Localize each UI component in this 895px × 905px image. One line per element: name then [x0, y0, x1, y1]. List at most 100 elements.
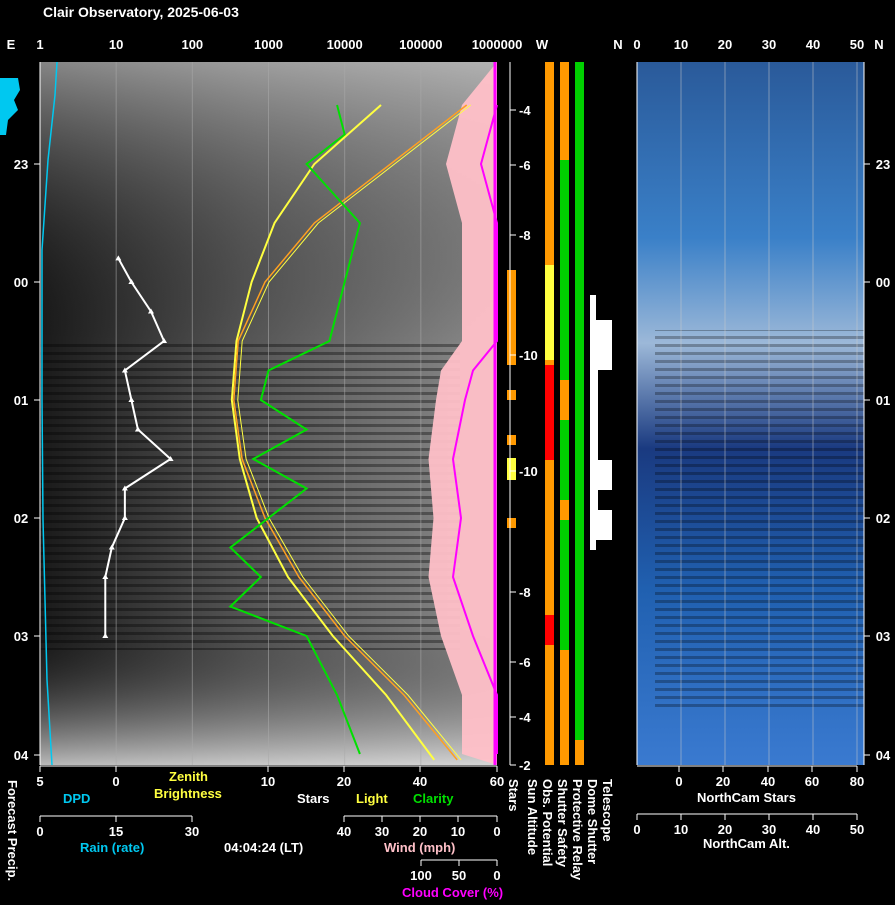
northcam-alt-tick: 10	[674, 822, 688, 837]
time-label-left: 04	[14, 748, 29, 763]
protective-relay-segment	[575, 62, 584, 765]
dpd-axis-tick: 10	[261, 774, 275, 789]
time-label-right: 00	[876, 275, 890, 290]
status-label-obs-potential: Obs. Potential	[540, 779, 555, 867]
time-label-right: 02	[876, 511, 890, 526]
sun-alt-tick-label: -4	[519, 710, 531, 725]
time-label-left: 02	[14, 511, 28, 526]
cloud-axis-tick: 50	[452, 868, 466, 883]
northcam-alt-top-tick: 30	[762, 37, 776, 52]
northcam-streak-overlay	[655, 330, 864, 710]
sun-alt-tick-label: -10	[519, 464, 538, 479]
forecast-precip-label: Forecast Precip.	[5, 780, 20, 882]
top-axis-tick: 100	[181, 37, 203, 52]
sun-alt-tick-label: -6	[519, 655, 531, 670]
stars-status-segment	[507, 435, 516, 445]
rain-axis-tick: 15	[109, 824, 123, 839]
northcam-alt-tick: 50	[850, 822, 864, 837]
shutter-safety-segment	[560, 420, 569, 500]
wind-axis-tick: 40	[337, 824, 351, 839]
status-label-dome-shutter: Dome Shutter	[585, 779, 600, 865]
northcam-stars-tick: 80	[850, 774, 864, 789]
observatory-chart: 1 10 100 1000 10000 100000 1000000E W N N0 10 20 30 4…	[0, 37, 891, 883]
stars-status-segment	[507, 390, 516, 400]
status-label-stars: Stars	[506, 779, 521, 812]
obs-potential-segment	[545, 615, 554, 645]
wind-axis-tick: 10	[451, 824, 465, 839]
cloud-axis-tick: 100	[410, 868, 432, 883]
time-label-left: 01	[14, 393, 28, 408]
northcam-stars-label: NorthCam Stars	[697, 790, 796, 805]
northcam-alt-tick: 40	[806, 822, 820, 837]
protective-relay-end-segment	[575, 740, 584, 765]
northcam-stars-tick: 20	[716, 774, 730, 789]
dpd-axis-tick: 5	[36, 774, 43, 789]
northcam-alt-tick: 0	[633, 822, 640, 837]
status-label-sun-altitude: Sun Altitude	[525, 779, 540, 856]
obs-potential-segment	[545, 560, 554, 765]
west-label: W	[536, 37, 549, 52]
shutter-safety-segment	[560, 62, 569, 160]
northcam-stars-tick: 60	[805, 774, 819, 789]
sun-alt-tick-label: -2	[519, 758, 531, 773]
top-axis-tick: 1000000	[472, 37, 523, 52]
obs-potential-segment	[545, 365, 554, 460]
northcam-stars-tick: 40	[761, 774, 775, 789]
wind-axis-tick: 0	[493, 824, 500, 839]
east-label: E	[7, 37, 16, 52]
time-label-right: 03	[876, 629, 890, 644]
zenith-label-line2: Brightness	[154, 786, 222, 801]
shutter-safety-segment	[560, 650, 569, 765]
top-axis-tick: 1	[36, 37, 43, 52]
dpd-axis-tick: 60	[490, 774, 504, 789]
northcam-alt-top-tick: 20	[718, 37, 732, 52]
time-label-right: 01	[876, 393, 890, 408]
dpd-axis-tick: 40	[413, 774, 427, 789]
obs-potential-segment	[545, 62, 554, 100]
top-axis-tick: 1000	[254, 37, 283, 52]
stars-status-segment	[507, 518, 516, 528]
stars-label: Stars	[297, 791, 330, 806]
northcam-alt-tick: 30	[762, 822, 776, 837]
zenith-label-line1: Zenith	[169, 769, 208, 784]
north-label: N	[613, 37, 622, 52]
shutter-safety-segment	[560, 380, 569, 420]
top-axis-tick: 10	[109, 37, 123, 52]
northcam-alt-top-tick: 50	[850, 37, 864, 52]
rain-label: Rain (rate)	[80, 840, 145, 855]
obs-potential-segment	[545, 265, 554, 360]
sun-alt-tick-label: -8	[519, 585, 531, 600]
northcam-alt-tick: 20	[718, 822, 732, 837]
northcam-alt-top-tick: 10	[674, 37, 688, 52]
cloud-axis-tick: 0	[493, 868, 500, 883]
shutter-safety-segment	[560, 500, 569, 520]
light-label: Light	[356, 791, 388, 806]
top-axis-tick: 100000	[399, 37, 442, 52]
dome-shutter-trace	[590, 295, 612, 550]
clarity-label: Clarity	[413, 791, 454, 806]
time-label-left: 00	[14, 275, 28, 290]
time-readout: 04:04:24 (LT)	[224, 840, 304, 855]
northcam-alt-top-tick: 0	[633, 37, 640, 52]
status-label-protective-relay: Protective Relay	[570, 779, 585, 881]
rain-axis-tick: 0	[36, 824, 43, 839]
cloud-cover-label: Cloud Cover (%)	[402, 885, 504, 900]
shutter-safety-segment	[560, 520, 569, 650]
rain-axis-tick: 30	[185, 824, 199, 839]
stars-status-segment	[507, 458, 516, 480]
dpd-label: DPD	[63, 791, 91, 806]
northcam-alt-top-tick: 40	[806, 37, 820, 52]
sun-alt-tick-label: -4	[519, 103, 531, 118]
northcam-alt-label: NorthCam Alt.	[703, 836, 790, 851]
northcam-stars-tick: 0	[675, 774, 682, 789]
time-label-right: 23	[876, 157, 890, 172]
obs-potential-segment	[545, 100, 554, 265]
sun-alt-tick-label: -6	[519, 158, 531, 173]
wind-axis-tick: 20	[413, 824, 427, 839]
north-right-label: N	[874, 37, 883, 52]
status-label-shutter-safety: Shutter Safety	[555, 779, 570, 868]
time-label-left: 03	[14, 629, 28, 644]
sun-alt-tick-label: -8	[519, 228, 531, 243]
sun-alt-tick-label: -10	[519, 348, 538, 363]
top-axis-tick: 10000	[327, 37, 363, 52]
